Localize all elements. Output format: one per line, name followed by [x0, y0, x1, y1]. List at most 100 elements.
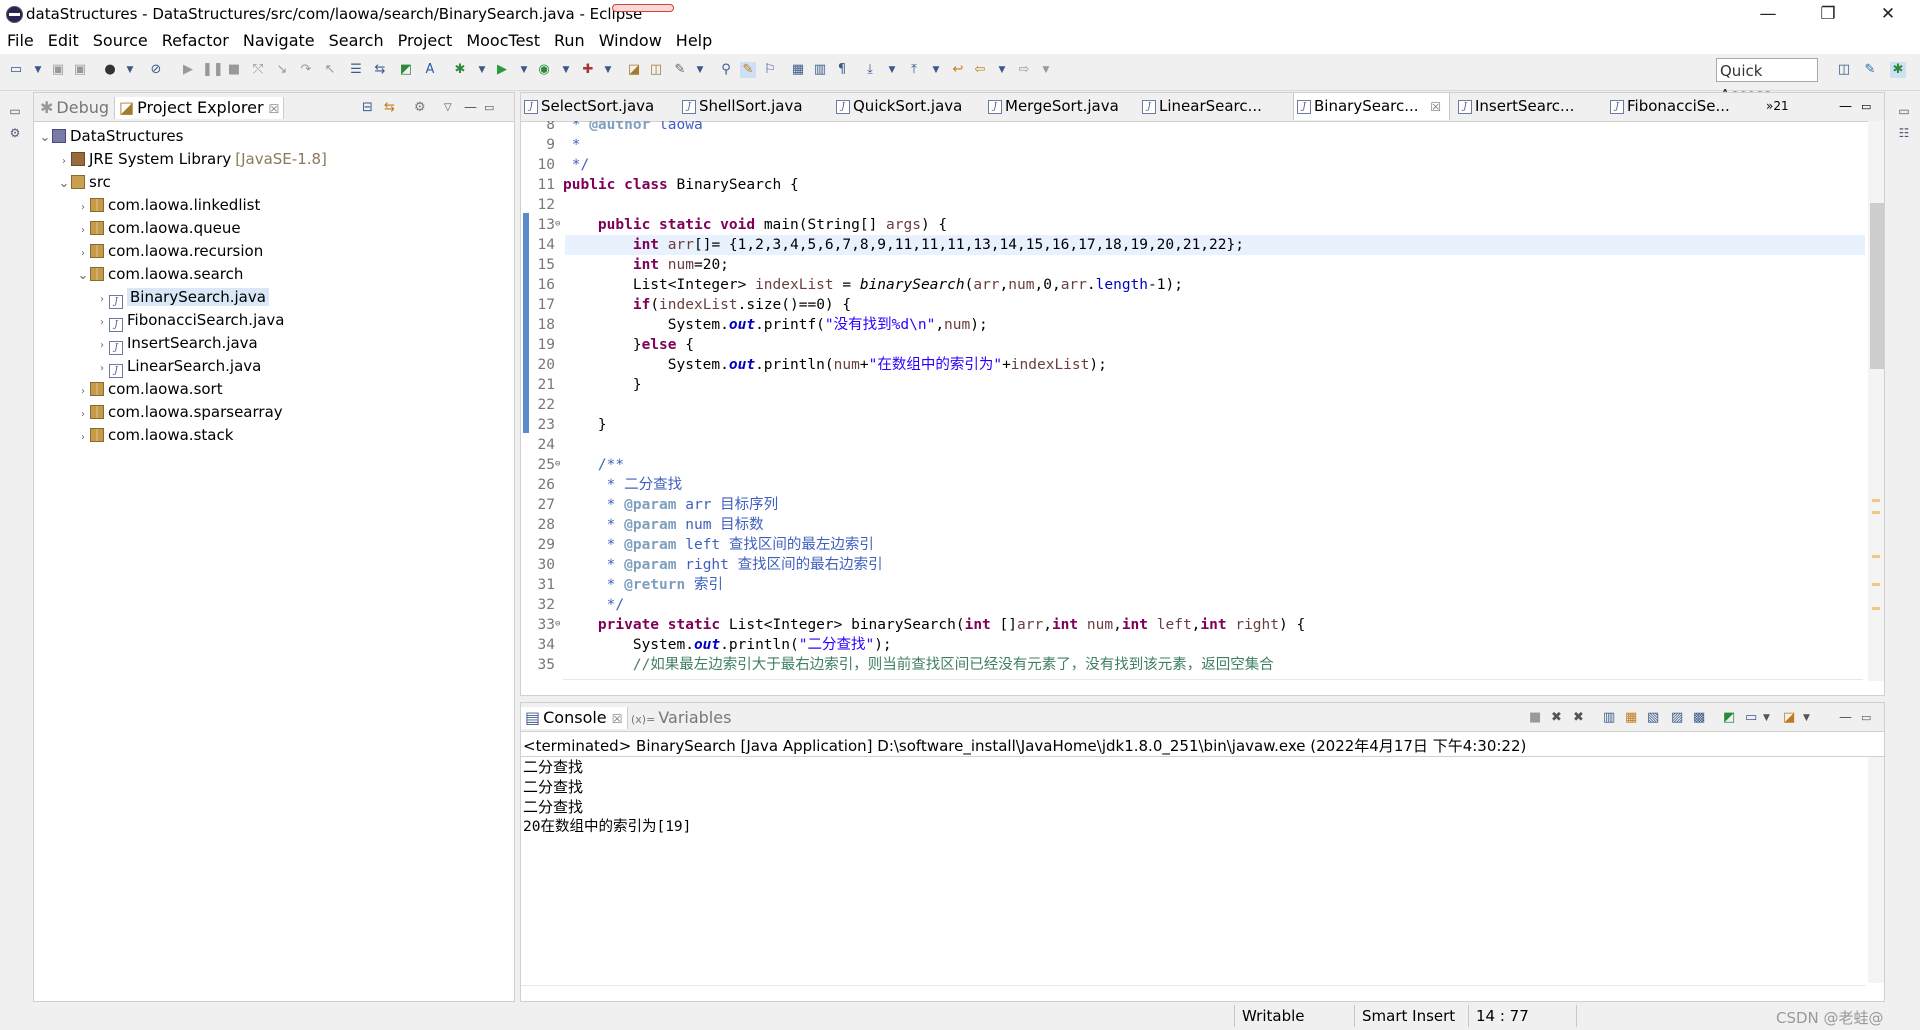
forward-icon[interactable]: ⇨ [1016, 62, 1032, 78]
debug-perspective-icon[interactable]: ✱ [1890, 62, 1906, 78]
tab-project-explorer[interactable]: ◪ Project Explorer ☒ [114, 97, 285, 119]
show-on-output-icon[interactable]: ▨ [1671, 707, 1683, 729]
code-line[interactable]: List<Integer> indexList = binarySearch(a… [563, 275, 1183, 295]
code-line[interactable]: */ [563, 595, 624, 615]
tree-item[interactable]: › J FibonacciSearch.java [95, 309, 285, 334]
close-tab-icon[interactable]: ☒ [612, 712, 623, 726]
chevron-right-icon[interactable]: › [76, 243, 90, 265]
code-line[interactable]: * @param right 查找区间的最右边索引 [563, 555, 883, 575]
pilcrow-icon[interactable]: ¶ [834, 62, 850, 78]
code-line[interactable]: if(indexList.size()==0) { [563, 295, 851, 315]
code-line[interactable]: System.out.printf("没有找到%d\n",num); [563, 315, 988, 335]
close-tab-icon[interactable]: ☒ [269, 102, 280, 116]
scroll-lock-icon[interactable]: ▦ [1625, 707, 1637, 729]
code-line[interactable]: * @param left 查找区间的最左边索引 [563, 535, 874, 555]
code-line[interactable]: * @author laowa [563, 121, 703, 135]
fold-toggle-icon[interactable]: ⊖ [555, 219, 563, 229]
remove-all-terminated-icon[interactable]: ✖ [1573, 707, 1584, 729]
collapse-all-icon[interactable]: ⊟ [362, 97, 373, 119]
console-vertical-scrollbar[interactable] [1868, 757, 1884, 983]
drop-to-frame-icon[interactable]: ☰ [348, 62, 364, 78]
resume-icon[interactable]: ▶ [180, 62, 196, 78]
code-line[interactable]: System.out.println(num+"在数组中的索引为"+indexL… [563, 355, 1107, 375]
overview-marker[interactable] [1872, 583, 1880, 586]
tree-item[interactable]: › com.laowa.sparsearray [76, 401, 283, 423]
java-perspective-icon[interactable]: ✎ [1862, 62, 1878, 78]
next-annotation-icon[interactable]: ⚲ [718, 62, 734, 78]
chevron-right-icon[interactable]: › [76, 404, 90, 426]
maximize-button[interactable]: ❐ [1808, 2, 1848, 26]
dropdown-icon[interactable]: ▼ [516, 62, 532, 78]
terminate-icon[interactable]: ■ [226, 62, 242, 78]
editor-tab[interactable]: J BinarySearc... ☒ [1293, 93, 1451, 120]
dropdown-icon[interactable]: ▼ [558, 62, 574, 78]
overview-marker[interactable] [1872, 511, 1880, 514]
overview-marker[interactable] [1872, 555, 1880, 558]
disconnect-icon[interactable]: ⤲ [250, 62, 266, 78]
skip-breakpoints-icon[interactable]: ⊘ [148, 62, 164, 78]
dropdown-icon[interactable]: ▼ [928, 62, 944, 78]
step-into-icon[interactable]: ↘ [274, 62, 290, 78]
code-line[interactable]: }else { [563, 335, 694, 355]
chevron-right-icon[interactable]: › [95, 289, 109, 311]
tab-debug[interactable]: ✱ Debug [40, 97, 109, 119]
open-console-icon[interactable]: ◪ [1783, 707, 1795, 729]
code-line[interactable]: * @param arr 目标序列 [563, 495, 779, 515]
editor-tab[interactable]: J ShellSort.java [679, 93, 803, 120]
tab-console[interactable]: ▤ Console ☒ [521, 707, 628, 729]
menu-window[interactable]: Window [592, 28, 669, 50]
pin-console-icon[interactable]: ◩ [1723, 707, 1735, 729]
code-line[interactable]: * 二分查找 [563, 475, 682, 495]
menu-search[interactable]: Search [322, 28, 391, 50]
maximize-editor-icon[interactable]: ▭ [1861, 93, 1871, 120]
minimize-button[interactable]: — [1748, 2, 1788, 26]
profile-icon[interactable]: ● [102, 62, 118, 78]
dropdown-icon[interactable]: ▼ [1763, 707, 1770, 729]
last-edit-location-icon[interactable]: ↩ [950, 62, 966, 78]
clear-console-icon[interactable]: ▥ [1603, 707, 1615, 729]
menu-run[interactable]: Run [547, 28, 592, 50]
tree-item[interactable]: › com.laowa.sort [76, 378, 223, 400]
code-line[interactable]: * @param num 目标数 [563, 515, 764, 535]
close-window-button[interactable]: ✕ [1868, 2, 1908, 26]
code-line[interactable]: * @return 索引 [563, 575, 723, 595]
chevron-right-icon[interactable]: › [76, 427, 90, 449]
chevron-right-icon[interactable]: › [76, 381, 90, 403]
mark-occurrences-icon[interactable]: ✎ [740, 62, 756, 78]
tree-item[interactable]: › J BinarySearch.java [95, 286, 269, 311]
chevron-down-icon[interactable]: ⌄ [38, 131, 52, 144]
tree-item[interactable]: › JRE System Library [JavaSE-1.8] [57, 148, 327, 170]
tree-item[interactable]: › com.laowa.linkedlist [76, 194, 260, 216]
tree-item[interactable]: › J LinearSearch.java [95, 355, 261, 380]
chevron-right-icon[interactable]: › [95, 335, 109, 357]
open-perspective-icon[interactable]: ◫ [1836, 62, 1852, 78]
code-line[interactable]: int arr[]= {1,2,3,4,5,6,7,8,9,11,11,11,1… [563, 235, 1244, 255]
external-tools-icon[interactable]: ✚ [580, 62, 596, 78]
menu-navigate[interactable]: Navigate [236, 28, 322, 50]
chevron-right-icon[interactable]: › [95, 312, 109, 334]
chevron-down-icon[interactable]: ⌄ [76, 269, 90, 282]
code-line[interactable]: //如果最左边索引大于最右边索引，则当前查找区间已经没有元素了，没有找到该元素，… [563, 655, 1274, 675]
code-line[interactable]: } [563, 415, 607, 435]
dropdown-icon[interactable]: ▼ [1803, 707, 1810, 729]
close-tab-icon[interactable]: ☒ [1427, 100, 1441, 114]
tree-item[interactable]: › com.laowa.recursion [76, 240, 263, 262]
tree-item[interactable]: ⌄ src [57, 171, 111, 193]
menu-mooctest[interactable]: MoocTest [459, 28, 547, 50]
editor-tab[interactable]: J InsertSearc... [1455, 93, 1574, 120]
maximize-view-icon[interactable]: ▭ [1861, 707, 1871, 729]
editor-horizontal-scrollbar[interactable] [563, 679, 1863, 696]
restore-icon[interactable]: ▭ [8, 104, 22, 118]
dropdown-icon[interactable]: ▼ [994, 62, 1010, 78]
more-tabs-button[interactable]: »21 [1766, 93, 1789, 120]
back-icon[interactable]: ⇦ [972, 62, 988, 78]
chevron-right-icon[interactable]: › [95, 358, 109, 380]
editor-scroll-thumb[interactable] [1870, 203, 1884, 369]
code-line[interactable]: } [563, 375, 642, 395]
new-java-project-icon[interactable]: ◪ [626, 62, 642, 78]
chevron-right-icon[interactable]: › [57, 151, 71, 173]
toggle-breadcrumb-icon[interactable]: ⚐ [762, 62, 778, 78]
code-line[interactable]: private static List<Integer> binarySearc… [563, 615, 1305, 635]
word-wrap-icon[interactable]: ▧ [1647, 707, 1659, 729]
menu-edit[interactable]: Edit [41, 28, 86, 50]
